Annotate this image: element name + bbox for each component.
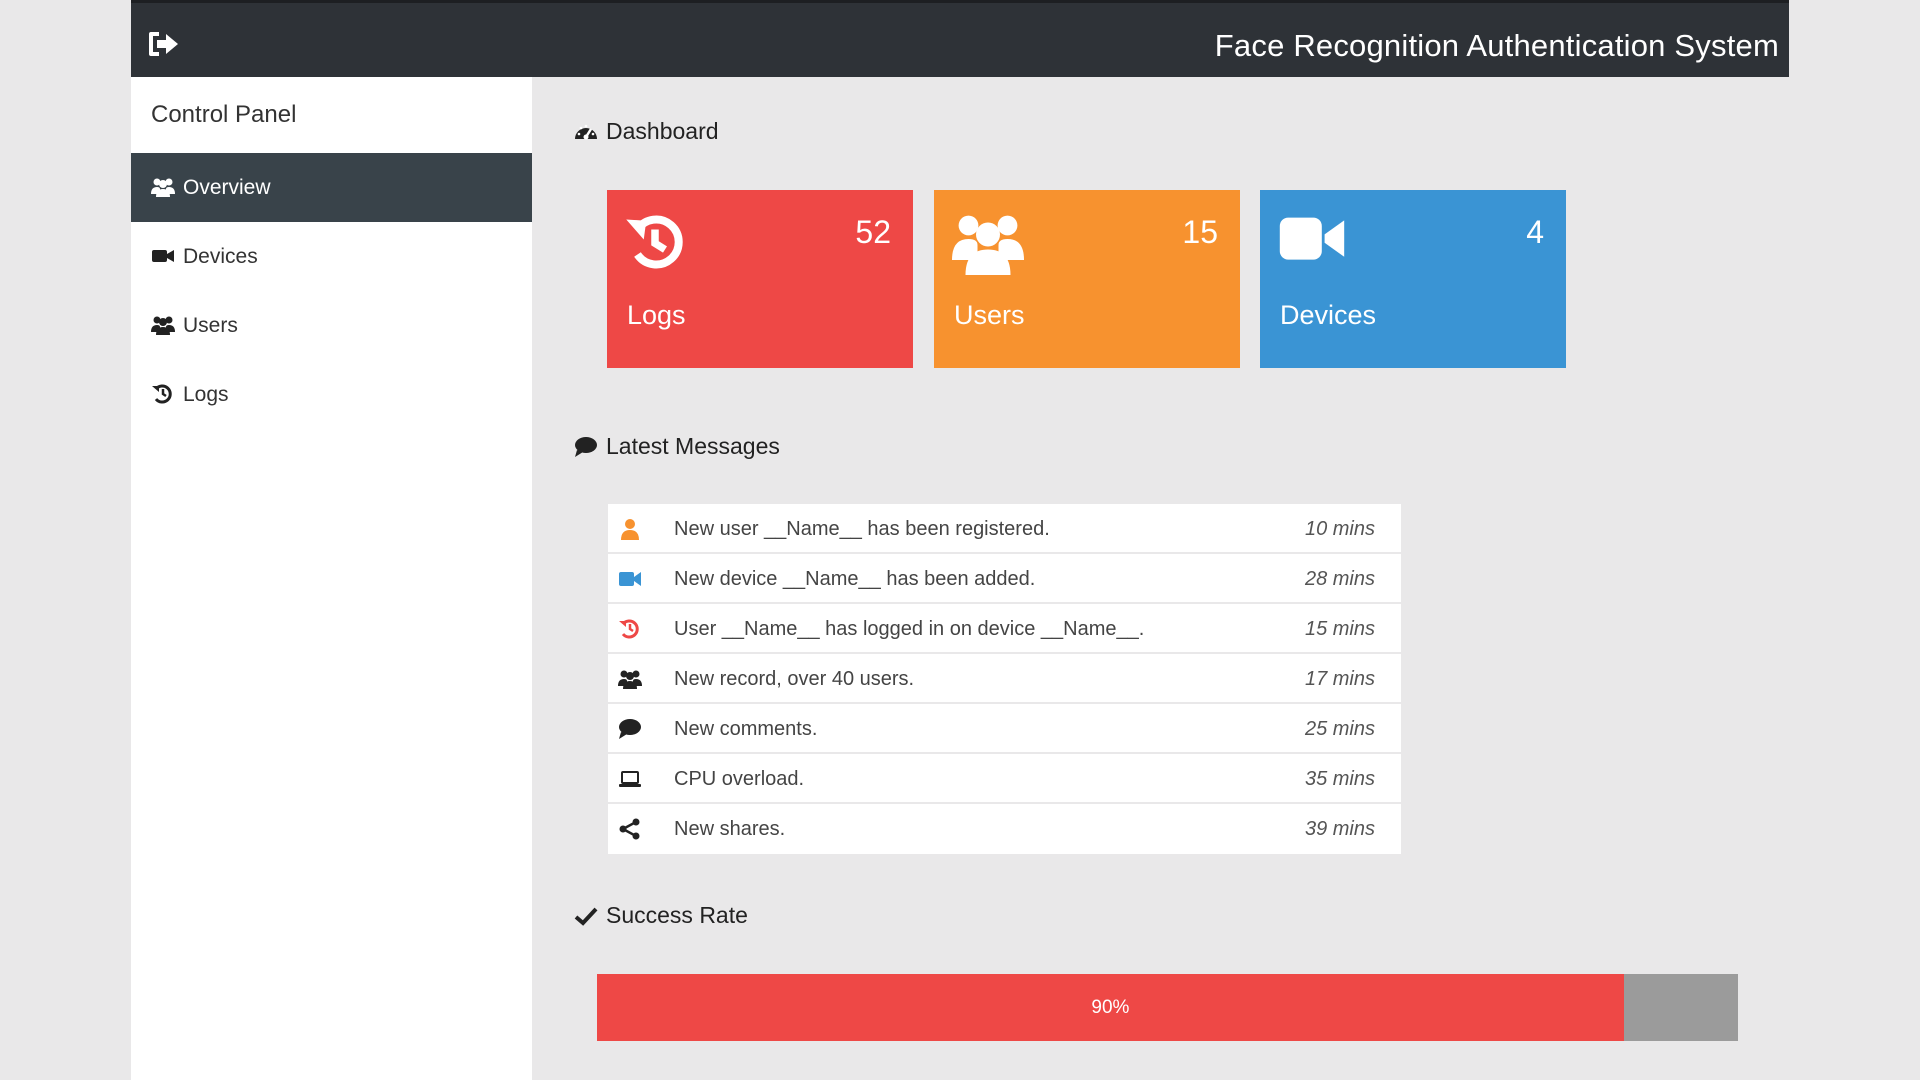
messages-heading: Latest Messages (574, 433, 780, 460)
top-bar: Face Recognition Authentication System (131, 0, 1789, 77)
messages-list: New user __Name__ has been registered. 1… (608, 504, 1401, 854)
message-row[interactable]: New record, over 40 users. 17 mins (608, 654, 1401, 704)
history-icon (152, 384, 172, 404)
video-camera-icon (1279, 217, 1345, 260)
stat-card-logs[interactable]: 52 Logs (607, 190, 913, 368)
sidebar-item-label: Devices (183, 245, 258, 268)
sidebar-item-label: Users (183, 314, 238, 337)
message-row[interactable]: CPU overload. 35 mins (608, 754, 1401, 804)
sidebar-item-overview[interactable]: Overview (131, 153, 532, 222)
message-text: New user __Name__ has been registered. (674, 518, 1050, 540)
stat-card-users[interactable]: 15 Users (934, 190, 1240, 368)
message-time: 17 mins (1304, 668, 1375, 690)
users-icon (952, 215, 1024, 275)
users-icon (151, 316, 175, 335)
video-camera-icon (152, 250, 174, 262)
message-text: New comments. (674, 718, 818, 740)
sign-out-icon (149, 32, 178, 56)
main-content: Dashboard 52 Logs 15 Users 4 Devices Lat… (532, 77, 1789, 1080)
message-row[interactable]: New comments. 25 mins (608, 704, 1401, 754)
sidebar-item-label: Overview (183, 176, 271, 199)
comment-icon (619, 719, 641, 739)
message-time: 35 mins (1304, 768, 1375, 790)
sidebar-heading: Control Panel (151, 101, 297, 128)
message-time: 10 mins (1304, 518, 1375, 540)
app-title: Face Recognition Authentication System (1214, 28, 1779, 63)
devices-count: 4 (1526, 214, 1544, 250)
message-time: 25 mins (1304, 718, 1375, 740)
message-text: User __Name__ has logged in on device __… (674, 618, 1145, 640)
message-text: New device __Name__ has been added. (674, 568, 1036, 590)
logs-count: 52 (855, 214, 891, 250)
dashboard-icon (575, 124, 597, 139)
sidebar-item-logs[interactable]: Logs (131, 360, 532, 429)
message-row[interactable]: New user __Name__ has been registered. 1… (608, 504, 1401, 554)
message-text: CPU overload. (674, 768, 805, 790)
users-icon (151, 178, 175, 197)
success-rate-progress: 90% (597, 974, 1738, 1041)
history-icon (626, 215, 683, 269)
sidebar-item-label: Logs (183, 383, 229, 406)
check-icon (574, 907, 598, 926)
success-rate-title: Success Rate (606, 902, 748, 928)
stat-card-devices[interactable]: 4 Devices (1260, 190, 1566, 368)
logs-label: Logs (627, 300, 686, 330)
dashboard-heading: Dashboard (574, 118, 719, 145)
devices-label: Devices (1280, 300, 1377, 330)
user-icon (621, 519, 639, 540)
message-time: 15 mins (1304, 618, 1375, 640)
message-row[interactable]: New shares. 39 mins (608, 804, 1401, 854)
success-rate-heading: Success Rate (574, 902, 748, 929)
dashboard-title: Dashboard (606, 118, 719, 144)
video-camera-icon (619, 572, 641, 586)
message-time: 28 mins (1304, 568, 1375, 590)
logout-button[interactable] (147, 29, 181, 59)
users-icon (618, 670, 642, 689)
sidebar: Control Panel Overview Devices Users Log… (131, 77, 532, 1080)
laptop-icon (619, 771, 641, 787)
progress-fill: 90% (597, 974, 1624, 1041)
share-icon (619, 818, 640, 840)
messages-title: Latest Messages (606, 433, 780, 459)
comment-icon (575, 436, 597, 457)
history-icon (619, 619, 639, 639)
progress-label: 90% (1091, 996, 1130, 1018)
users-label: Users (954, 300, 1025, 330)
app-root: Face Recognition Authentication System C… (131, 0, 1789, 1080)
message-time: 39 mins (1304, 818, 1375, 840)
message-row[interactable]: User __Name__ has logged in on device __… (608, 604, 1401, 654)
sidebar-item-devices[interactable]: Devices (131, 222, 532, 291)
message-row[interactable]: New device __Name__ has been added. 28 m… (608, 554, 1401, 604)
sidebar-item-users[interactable]: Users (131, 291, 532, 360)
users-count: 15 (1182, 214, 1218, 250)
message-text: New record, over 40 users. (674, 668, 915, 690)
message-text: New shares. (674, 818, 786, 840)
